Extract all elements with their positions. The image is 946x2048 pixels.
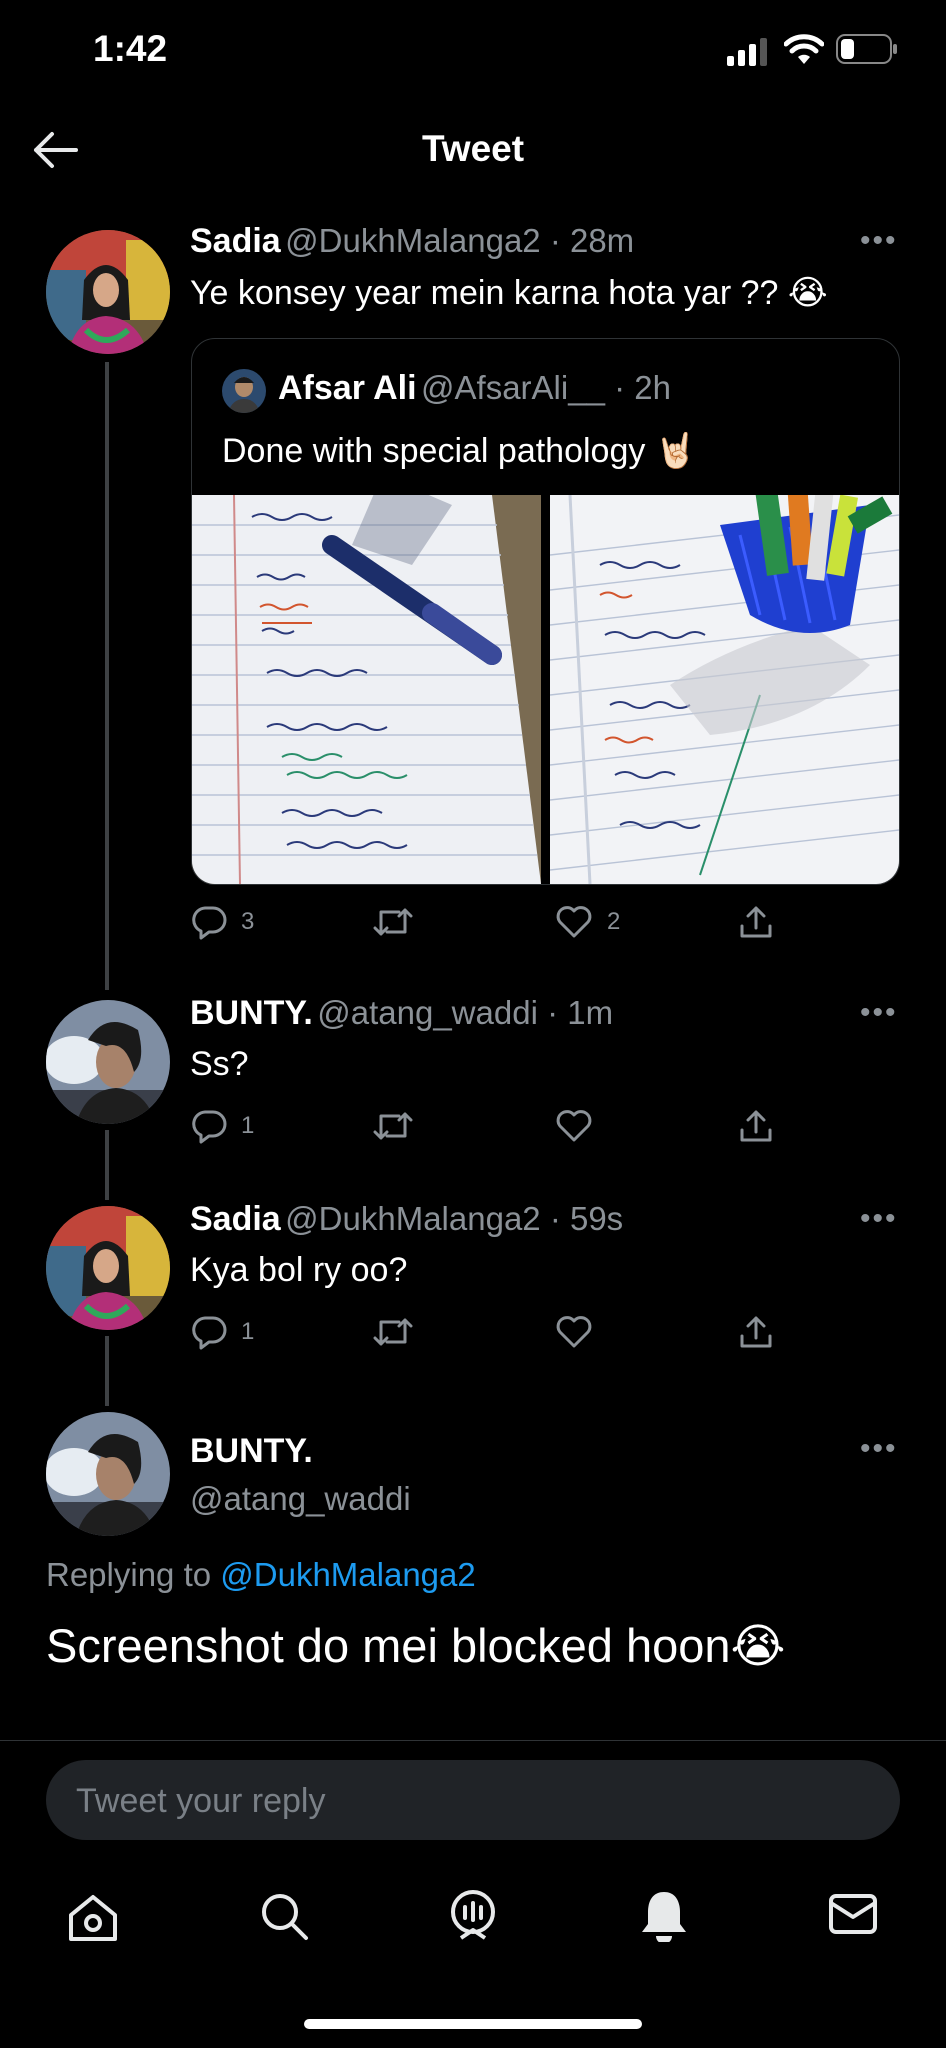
quoted-author-handle: @AfsarAli__ · 2h bbox=[421, 369, 671, 406]
thread-line bbox=[105, 1336, 109, 1406]
like-icon bbox=[556, 1110, 592, 1142]
author-handle: @atang_waddi · 1m bbox=[317, 994, 614, 1031]
author-handle: @DukhMalanga2 · 28m bbox=[285, 222, 635, 259]
avatar bbox=[222, 369, 266, 413]
notifications-icon bbox=[642, 1892, 686, 1944]
replying-to-handle[interactable]: @DukhMalanga2 bbox=[220, 1556, 475, 1593]
share-button[interactable] bbox=[738, 1108, 774, 1144]
retweet-button[interactable] bbox=[373, 904, 413, 940]
avatar[interactable] bbox=[46, 1206, 170, 1330]
like-icon bbox=[556, 1316, 592, 1348]
avatar[interactable] bbox=[46, 1412, 170, 1536]
reply-button[interactable]: 1 bbox=[191, 1108, 254, 1144]
retweet-button[interactable] bbox=[373, 1314, 413, 1350]
reply-icon bbox=[192, 906, 227, 940]
reply-count: 3 bbox=[241, 908, 255, 935]
tweet-text: Ye konsey year mein karna hota yar ?? 😭 bbox=[190, 274, 828, 312]
avatar[interactable] bbox=[46, 230, 170, 354]
main-tweet-text: Screenshot do mei blocked hoon😭 bbox=[46, 1619, 786, 1672]
tab-search[interactable] bbox=[258, 1890, 310, 1947]
reply-icon bbox=[192, 1110, 227, 1144]
retweet-icon bbox=[373, 1112, 413, 1140]
quoted-image-pen-holder[interactable] bbox=[550, 495, 899, 884]
like-icon bbox=[556, 906, 592, 938]
thread-line bbox=[105, 1130, 109, 1200]
main-author-name[interactable]: BUNTY. bbox=[190, 1432, 313, 1471]
retweet-icon bbox=[373, 908, 413, 936]
wifi-icon bbox=[783, 34, 825, 71]
author-name[interactable]: Sadia bbox=[190, 222, 281, 260]
quoted-author-name: Afsar Ali bbox=[278, 369, 417, 407]
avatar[interactable] bbox=[46, 1000, 170, 1124]
messages-icon bbox=[829, 1894, 877, 1934]
reply-count: 1 bbox=[241, 1318, 255, 1345]
spaces-icon bbox=[451, 1890, 495, 1940]
author-handle: @DukhMalanga2 · 59s bbox=[285, 1200, 624, 1237]
more-options-icon[interactable]: ••• bbox=[860, 1202, 898, 1236]
quoted-tweet[interactable]: Afsar Ali @AfsarAli__ · 2h Done with spe… bbox=[191, 338, 900, 885]
divider bbox=[0, 1740, 946, 1741]
share-icon bbox=[740, 1316, 772, 1348]
home-indicator[interactable] bbox=[304, 2019, 642, 2029]
share-button[interactable] bbox=[738, 904, 774, 940]
tweet-text: Ss? bbox=[190, 1045, 249, 1083]
quoted-tweet-text: Done with special pathology 🤘🏻 bbox=[222, 432, 698, 470]
retweet-button[interactable] bbox=[373, 1108, 413, 1144]
like-count: 2 bbox=[607, 908, 621, 935]
main-author-handle: @atang_waddi bbox=[190, 1480, 411, 1517]
signal-icon bbox=[727, 38, 771, 71]
tab-notifications[interactable] bbox=[640, 1888, 688, 1947]
share-button[interactable] bbox=[738, 1314, 774, 1350]
page-title: Tweet bbox=[421, 128, 525, 169]
thread-line bbox=[105, 362, 109, 990]
quoted-image-notebook-pen[interactable] bbox=[192, 495, 541, 884]
more-options-icon[interactable]: ••• bbox=[860, 224, 898, 258]
reply-button[interactable]: 1 bbox=[191, 1314, 254, 1350]
share-icon bbox=[740, 1110, 772, 1142]
battery-icon bbox=[836, 34, 898, 69]
author-name[interactable]: BUNTY. bbox=[190, 994, 313, 1032]
tab-home[interactable] bbox=[67, 1893, 119, 1948]
status-time: 1:42 bbox=[93, 28, 168, 69]
reply-icon bbox=[192, 1316, 227, 1350]
tweet-text: Kya bol ry oo? bbox=[190, 1251, 408, 1289]
tab-spaces[interactable] bbox=[447, 1888, 499, 1947]
retweet-icon bbox=[373, 1318, 413, 1346]
tab-messages[interactable] bbox=[828, 1893, 878, 1940]
author-name[interactable]: Sadia bbox=[190, 1200, 281, 1238]
reply-count: 1 bbox=[241, 1112, 255, 1139]
replying-to-label: Replying to bbox=[46, 1556, 221, 1593]
like-button[interactable] bbox=[555, 1108, 593, 1144]
like-button[interactable]: 2 bbox=[555, 904, 620, 940]
search-icon bbox=[262, 1894, 308, 1940]
reply-input[interactable] bbox=[74, 1760, 868, 1842]
more-options-icon[interactable]: ••• bbox=[860, 1432, 898, 1466]
share-icon bbox=[740, 906, 772, 938]
reply-input-container[interactable] bbox=[46, 1760, 900, 1842]
home-icon bbox=[69, 1895, 117, 1941]
reply-button[interactable]: 3 bbox=[191, 904, 254, 940]
like-button[interactable] bbox=[555, 1314, 593, 1350]
more-options-icon[interactable]: ••• bbox=[860, 996, 898, 1030]
